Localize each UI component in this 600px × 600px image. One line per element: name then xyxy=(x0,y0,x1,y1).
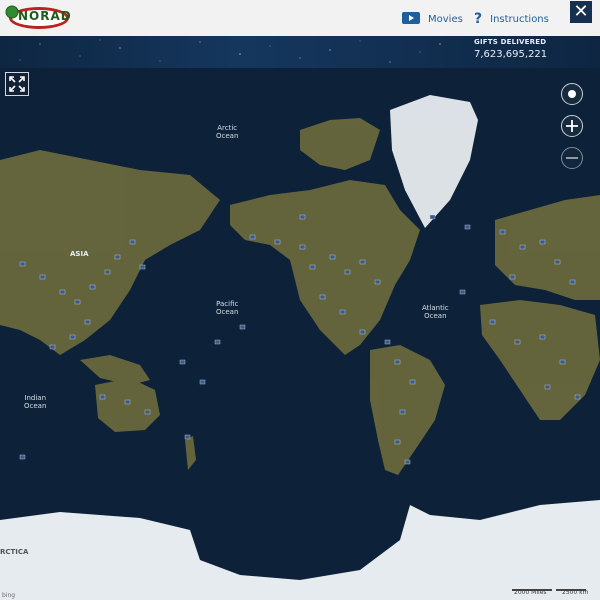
antarctica-label: RCTICA xyxy=(0,548,29,556)
fullscreen-button[interactable] xyxy=(5,72,29,96)
target-icon xyxy=(568,90,576,98)
zoom-in-button[interactable] xyxy=(561,115,583,137)
question-icon: ? xyxy=(474,11,483,27)
gifts-delivered-label: GIFTS DELIVERED xyxy=(474,38,547,46)
expand-icon xyxy=(9,76,25,92)
map-surface xyxy=(0,68,600,600)
locate-button[interactable] xyxy=(561,83,583,105)
world-map[interactable]: Arctic Ocean Pacific Ocean Atlantic Ocea… xyxy=(0,68,600,600)
instructions-button[interactable]: ? Instructions xyxy=(474,10,549,28)
scale-km-label: 2500 km xyxy=(562,589,589,596)
scale-miles-label: 2000 Miles xyxy=(514,589,547,596)
arctic-ocean-label: Arctic Ocean xyxy=(216,124,239,140)
atlantic-ocean-label: Atlantic Ocean xyxy=(422,304,449,320)
bing-logo: bing xyxy=(2,592,16,599)
movies-label: Movies xyxy=(428,13,463,25)
logo-text: NORAD xyxy=(18,9,72,23)
asia-label: ASIA xyxy=(70,250,89,258)
norad-logo[interactable]: NORAD xyxy=(4,3,72,33)
gifts-delivered-count: 7,623,695,221 xyxy=(474,49,548,60)
zoom-out-button[interactable] xyxy=(561,147,583,169)
minus-icon xyxy=(566,157,578,159)
plus-icon xyxy=(566,120,578,132)
indian-ocean-label: Indian Ocean xyxy=(24,394,47,410)
movies-button[interactable]: Movies xyxy=(402,10,463,28)
top-bar: NORAD Movies ? Instructions ✕ xyxy=(0,0,600,37)
instructions-label: Instructions xyxy=(490,13,549,25)
close-button[interactable]: ✕ xyxy=(570,1,592,23)
pacific-ocean-label: Pacific Ocean xyxy=(216,300,239,316)
movie-play-icon xyxy=(402,11,420,27)
